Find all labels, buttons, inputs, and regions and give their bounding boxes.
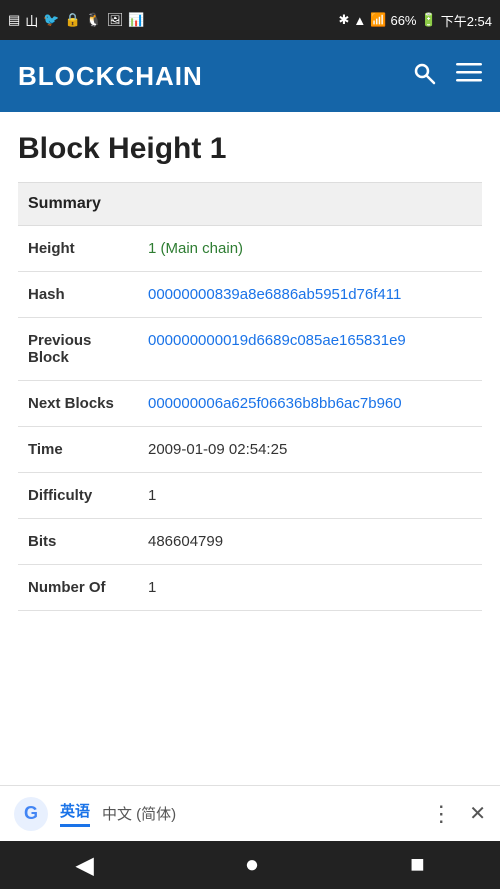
bluetooth-icon: ✱ bbox=[339, 12, 350, 28]
row-value-number-of: 1 bbox=[138, 565, 482, 611]
time-display: 下午2:54 bbox=[441, 11, 492, 30]
row-label-difficulty: Difficulty bbox=[18, 473, 138, 519]
current-language[interactable]: 英语 bbox=[60, 800, 90, 827]
height-link[interactable]: 1 (Main chain) bbox=[148, 240, 243, 257]
table-row: Difficulty 1 bbox=[18, 473, 482, 519]
translate-close-icon[interactable]: ✕ bbox=[469, 801, 486, 826]
row-value-height: 1 (Main chain) bbox=[138, 226, 482, 272]
status-icon-1: ▤ bbox=[8, 12, 20, 28]
next-blocks-link[interactable]: 000000006a625f06636b8bb6ac7b960 bbox=[148, 395, 402, 412]
row-label-height: Height bbox=[18, 226, 138, 272]
recents-button[interactable]: ■ bbox=[410, 851, 425, 879]
app-header: BLOCKCHAIN bbox=[0, 40, 500, 112]
row-label-time: Time bbox=[18, 427, 138, 473]
status-icon-4: 🔒 bbox=[65, 12, 81, 28]
row-label-bits: Bits bbox=[18, 519, 138, 565]
home-button[interactable]: ● bbox=[245, 851, 260, 879]
translate-bar: G 英语 中文 (简体) ⋮ ✕ bbox=[0, 785, 500, 841]
status-bar-right: ✱ ▲ 📶 66% 🔋 下午2:54 bbox=[339, 11, 493, 30]
table-row: Number Of 1 bbox=[18, 565, 482, 611]
row-label-hash: Hash bbox=[18, 272, 138, 318]
status-icon-7: 📊 bbox=[128, 12, 144, 28]
table-row: Next Blocks 000000006a625f06636b8bb6ac7b… bbox=[18, 381, 482, 427]
summary-table: Summary Height 1 (Main chain) Hash 00000… bbox=[18, 182, 482, 611]
header-icons bbox=[412, 61, 482, 91]
status-icon-3: 🐦 bbox=[43, 12, 59, 28]
table-row: Time 2009-01-09 02:54:25 bbox=[18, 427, 482, 473]
table-row: Height 1 (Main chain) bbox=[18, 226, 482, 272]
back-button[interactable]: ◀ bbox=[75, 851, 93, 880]
menu-icon[interactable] bbox=[456, 63, 482, 89]
battery-percent: 66% bbox=[390, 13, 416, 28]
row-value-bits: 486604799 bbox=[138, 519, 482, 565]
app-logo: BLOCKCHAIN bbox=[18, 61, 203, 92]
status-icon-2: 山 bbox=[25, 11, 38, 30]
target-language[interactable]: 中文 (简体) bbox=[102, 803, 176, 824]
status-bar: ▤ 山 🐦 🔒 🐧 🖼 📊 ✱ ▲ 📶 66% 🔋 下午2:54 bbox=[0, 0, 500, 40]
signal-icon: 📶 bbox=[370, 12, 386, 28]
row-label-prev-block: Previous Block bbox=[18, 318, 138, 381]
page-title: Block Height 1 bbox=[18, 112, 482, 182]
table-row: Bits 486604799 bbox=[18, 519, 482, 565]
main-content: Block Height 1 Summary Height 1 (Main ch… bbox=[0, 112, 500, 611]
row-value-hash: 00000000839a8e6886ab5951d76f411 bbox=[138, 272, 482, 318]
row-value-prev-block: 000000000019d6689c085ae165831e9 bbox=[138, 318, 482, 381]
table-row: Hash 00000000839a8e6886ab5951d76f411 bbox=[18, 272, 482, 318]
status-bar-left: ▤ 山 🐦 🔒 🐧 🖼 📊 bbox=[8, 11, 145, 30]
translate-more-icon[interactable]: ⋮ bbox=[430, 801, 451, 827]
row-value-time: 2009-01-09 02:54:25 bbox=[138, 427, 482, 473]
status-icon-5: 🐧 bbox=[86, 12, 102, 28]
prev-block-link[interactable]: 000000000019d6689c085ae165831e9 bbox=[148, 332, 406, 349]
g-letter: G bbox=[24, 803, 38, 824]
summary-heading: Summary bbox=[18, 183, 482, 226]
search-icon[interactable] bbox=[412, 61, 436, 91]
bottom-navigation: ◀ ● ■ bbox=[0, 841, 500, 889]
battery-icon: 🔋 bbox=[421, 12, 437, 28]
wifi-icon: ▲ bbox=[353, 13, 366, 28]
row-label-next-blocks: Next Blocks bbox=[18, 381, 138, 427]
table-row: Previous Block 000000000019d6689c085ae16… bbox=[18, 318, 482, 381]
status-icon-6: 🖼 bbox=[107, 12, 124, 28]
row-value-difficulty: 1 bbox=[138, 473, 482, 519]
row-value-next-blocks: 000000006a625f06636b8bb6ac7b960 bbox=[138, 381, 482, 427]
google-translate-icon: G bbox=[14, 797, 48, 831]
row-label-number-of: Number Of bbox=[18, 565, 138, 611]
hash-link[interactable]: 00000000839a8e6886ab5951d76f411 bbox=[148, 286, 401, 303]
